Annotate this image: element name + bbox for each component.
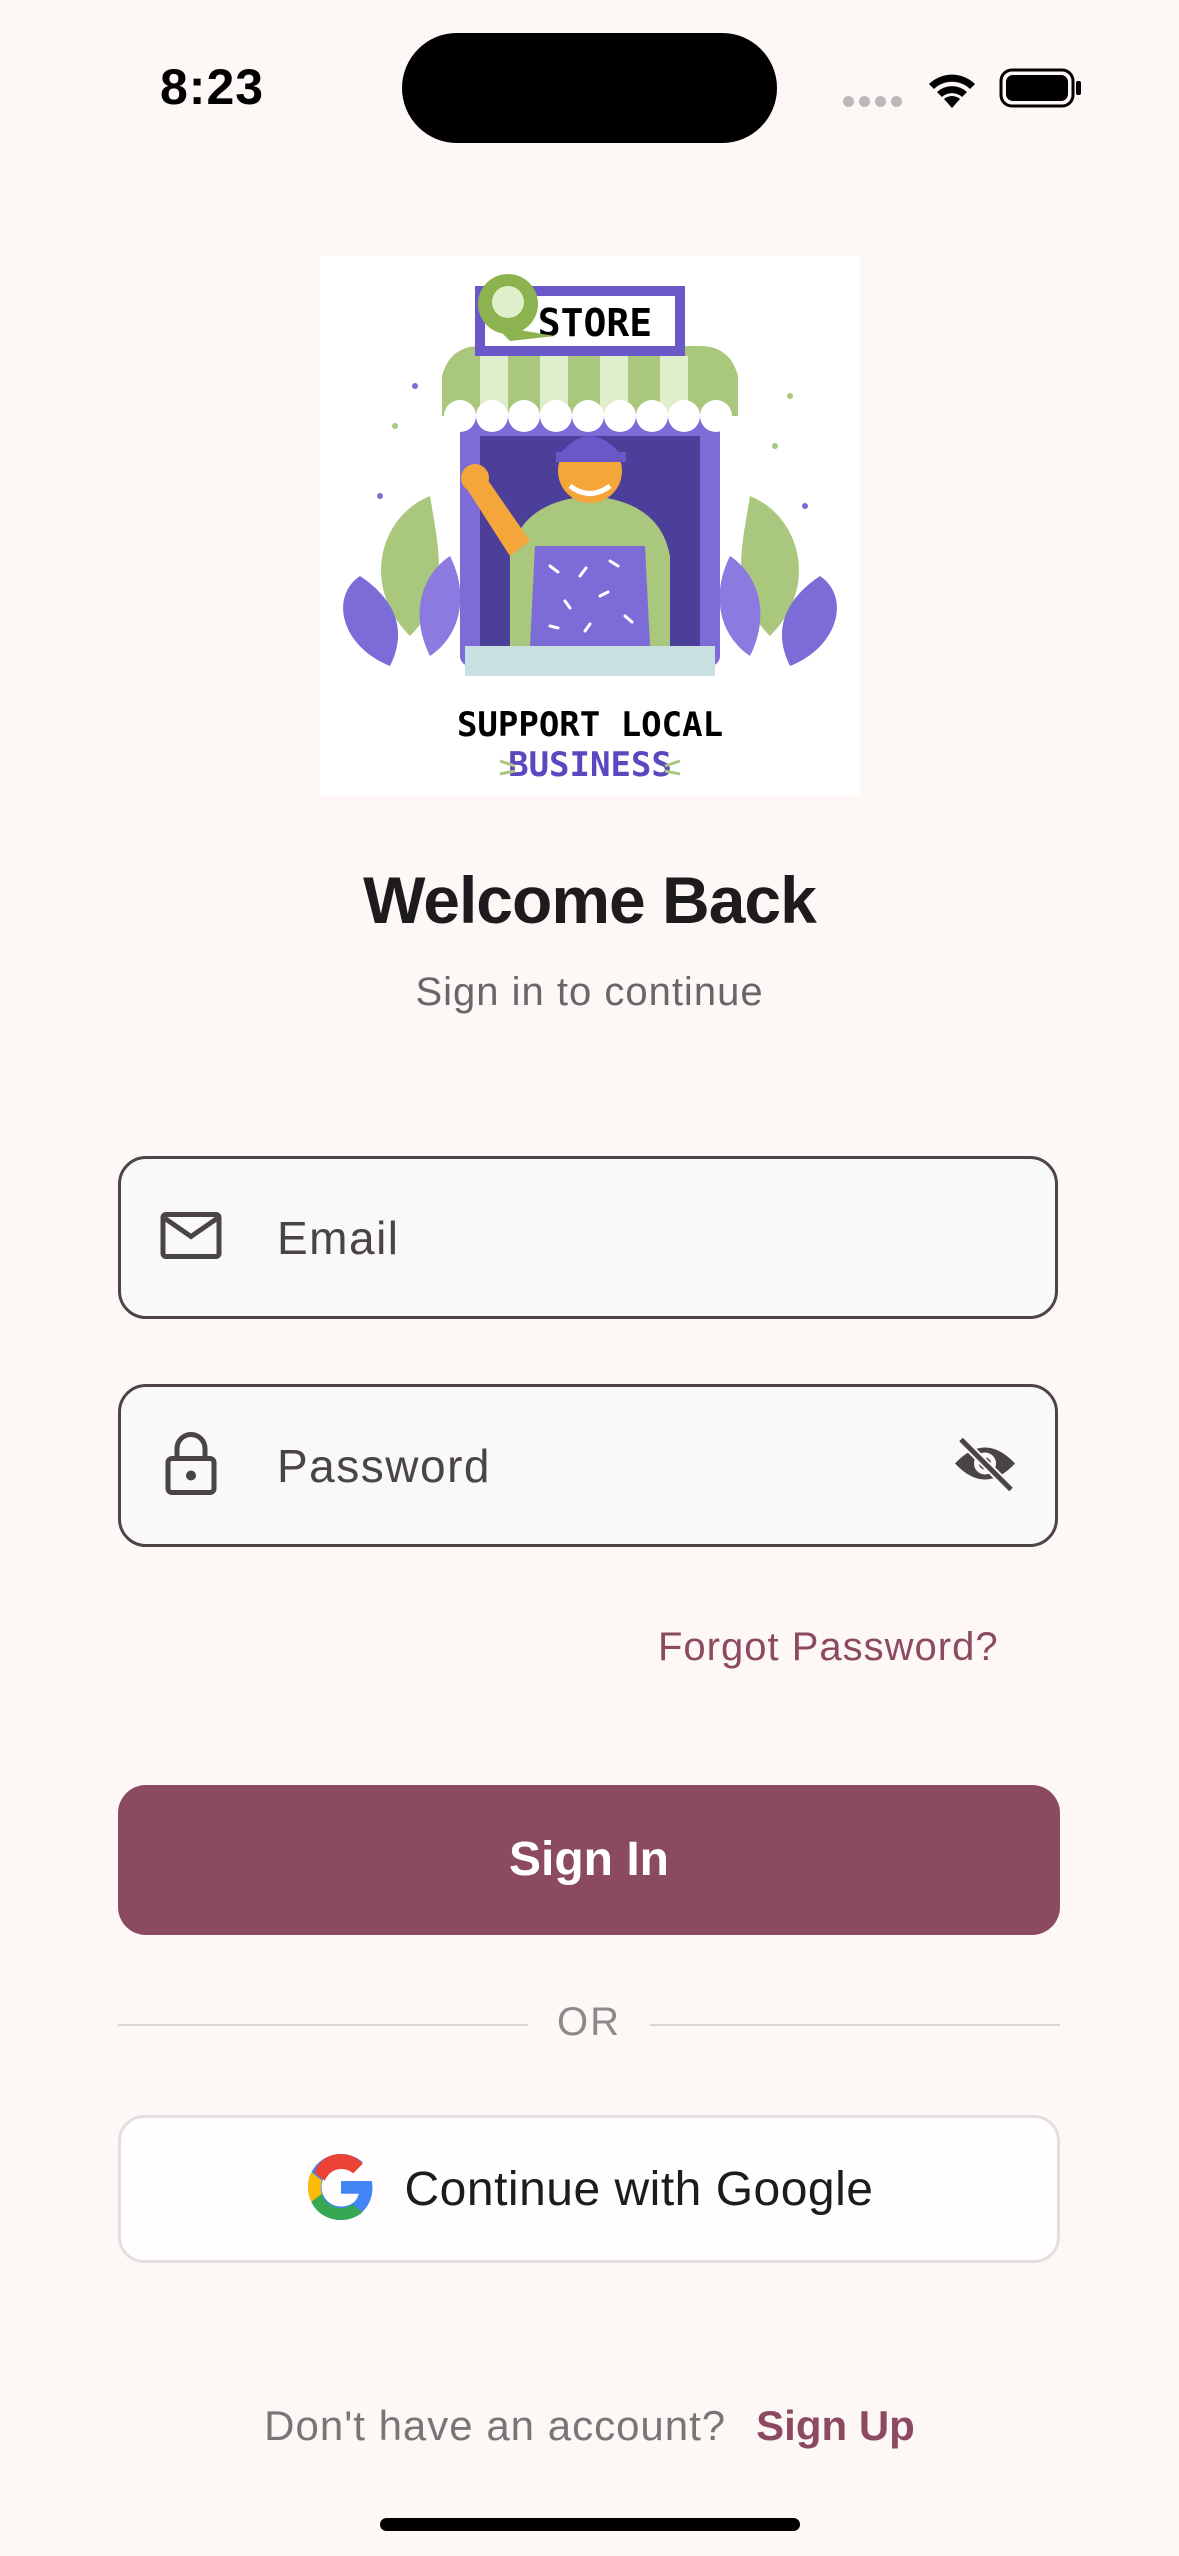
page-subtitle: Sign in to continue [415,970,764,1014]
google-button-label: Continue with Google [404,2162,874,2216]
dynamic-island [402,33,777,143]
lock-icon [159,1430,223,1501]
sign-up-link[interactable]: Sign Up [756,2402,915,2449]
visibility-off-icon[interactable] [951,1435,1019,1496]
email-field[interactable]: Email [118,1156,1058,1319]
password-field[interactable]: Password [118,1384,1058,1547]
page-title: Welcome Back [363,863,817,937]
logo-tagline-bottom: BUSINESS [508,745,672,785]
forgot-password-link[interactable]: Forgot Password? [658,1625,999,1670]
home-indicator[interactable] [380,2518,800,2531]
battery-icon [999,66,1083,115]
password-placeholder: Password [277,1439,491,1492]
signup-prompt: Don't have an account? Sign Up [0,2402,1179,2450]
wifi-icon [924,66,980,115]
divider-line-right [650,2024,1060,2026]
cellular-signal-icon [843,94,907,112]
google-sign-in-button[interactable]: Continue with Google [118,2115,1060,2263]
email-placeholder: Email [277,1211,400,1264]
svg-text:STORE: STORE [538,301,652,345]
store-logo: STORE SUPPORT LOCAL BUSINESS [320,256,860,796]
no-account-text: Don't have an account? [264,2402,727,2449]
or-text: OR [557,2000,621,2044]
logo-tagline-top: SUPPORT LOCAL [457,705,723,745]
status-time: 8:23 [160,59,265,115]
mail-icon [159,1210,223,1265]
sign-in-button[interactable]: Sign In [118,1785,1060,1935]
or-divider: OR [118,2000,1060,2050]
google-logo-icon [305,2151,377,2228]
